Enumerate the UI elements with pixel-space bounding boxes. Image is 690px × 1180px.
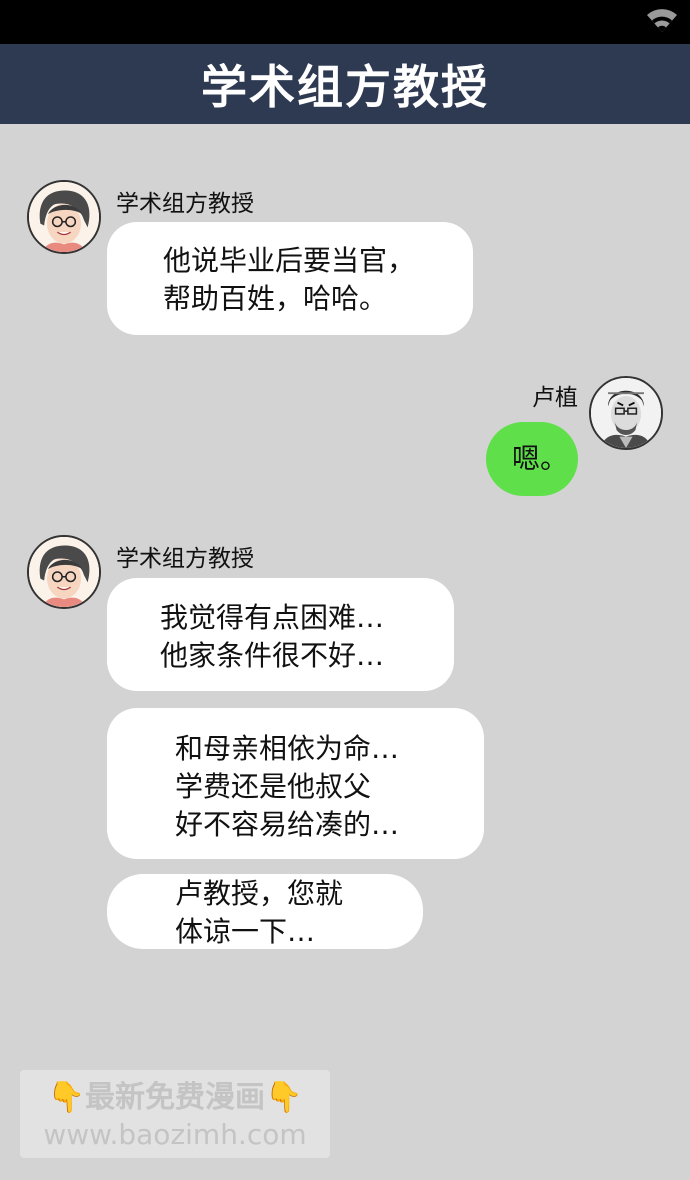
chat-title: 学术组方教授	[201, 60, 489, 114]
message-text: 和母亲相依为命…	[175, 732, 400, 765]
professor-avatar[interactable]	[27, 535, 101, 609]
watermark-title: 👇最新免费漫画👇	[20, 1078, 330, 1118]
message-text: 卢教授，您就	[175, 877, 344, 910]
watermark-url: www.baozimh.com	[43, 1118, 307, 1151]
sender-name: 学术组方教授	[116, 546, 254, 572]
message-text: 嗯。	[512, 442, 569, 475]
chat-header: 学术组方教授	[0, 44, 690, 124]
message-bubble[interactable]: 我觉得有点困难… 他家条件很不好…	[107, 578, 454, 691]
sender-name: 学术组方教授	[116, 191, 254, 217]
watermark-text: 最新免费漫画	[85, 1080, 265, 1115]
message-bubble-self[interactable]: 嗯。	[486, 422, 578, 496]
message-text: 好不容易给凑的…	[175, 808, 400, 841]
wifi-icon	[647, 9, 677, 32]
message-text: 学费还是他叔父	[175, 770, 372, 803]
message-bubble[interactable]: 卢教授，您就 体谅一下…	[107, 874, 423, 949]
message-bubble[interactable]: 他说毕业后要当官， 帮助百姓，哈哈。	[107, 222, 473, 335]
professor-avatar[interactable]	[27, 180, 101, 254]
lu-zhi-avatar[interactable]	[589, 376, 663, 450]
pointing-down-icon: 👇	[47, 1080, 85, 1115]
message-text: 体谅一下…	[175, 915, 316, 948]
message-text: 他家条件很不好…	[160, 639, 385, 672]
message-text: 我觉得有点困难…	[160, 601, 385, 634]
message-bubble[interactable]: 和母亲相依为命… 学费还是他叔父 好不容易给凑的…	[107, 708, 484, 859]
message-text: 他说毕业后要当官，	[163, 244, 416, 277]
sender-name: 卢植	[532, 385, 578, 411]
message-text: 帮助百姓，哈哈。	[163, 282, 388, 315]
watermark: 👇最新免费漫画👇 www.baozimh.com	[20, 1070, 330, 1158]
pointing-down-icon: 👇	[265, 1080, 303, 1115]
status-bar	[0, 0, 690, 44]
